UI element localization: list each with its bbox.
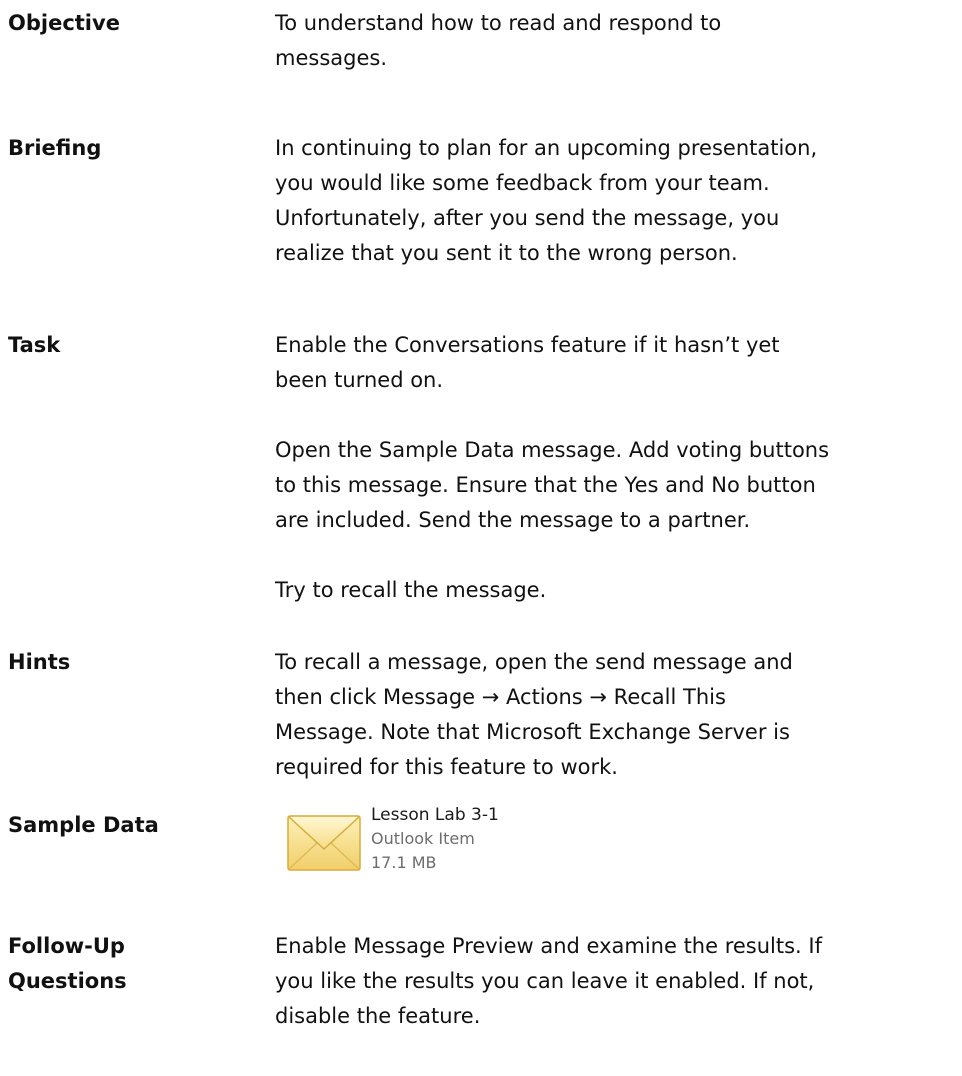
file-size: 17.1 MB [371,853,437,872]
paragraph: Enable Message Preview and examine the r… [275,934,822,1028]
section-body: Enable the Conversations feature if it h… [275,328,962,608]
sample-data-file[interactable]: Lesson Lab 3-1 Outlook Item 17.1 MB [287,803,587,883]
section-label: Task [8,333,61,357]
section-body: In continuing to plan for an upcoming pr… [275,131,962,271]
section-body: Enable Message Preview and examine the r… [275,929,962,1034]
paragraph: To understand how to read and respond to… [275,11,722,70]
section-label: Follow-Up Questions [8,934,127,993]
section-body: To recall a message, open the send messa… [275,645,962,785]
section-label: Briefing [8,136,102,160]
section-label: Sample Data [8,813,159,837]
file-details: Lesson Lab 3-1 Outlook Item 17.1 MB [371,803,499,875]
paragraph: Open the Sample Data message. Add voting… [275,438,830,532]
section-label: Objective [8,11,120,35]
section-label: Hints [8,650,71,674]
file-type: Outlook Item [371,829,475,848]
paragraph: To recall a message, open the send messa… [275,650,793,779]
paragraph: In continuing to plan for an upcoming pr… [275,136,818,265]
paragraph: Try to recall the message. [275,578,547,602]
envelope-icon [287,815,361,871]
paragraph: Enable the Conversations feature if it h… [275,333,780,392]
section-body: To understand how to read and respond to… [275,6,962,76]
file-name: Lesson Lab 3-1 [371,805,499,825]
lab-document: Objective To understand how to read and … [0,0,962,1076]
